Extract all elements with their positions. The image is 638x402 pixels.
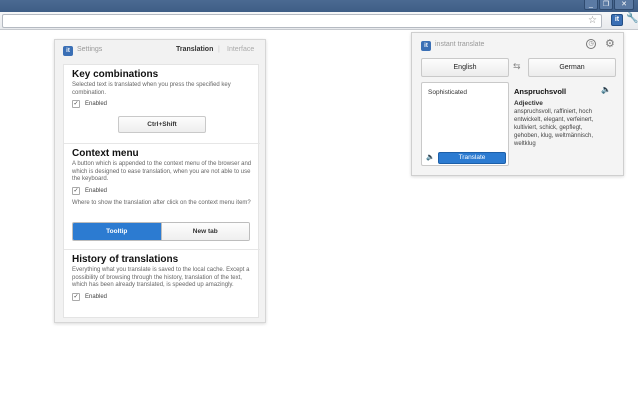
- settings-title: Settings: [77, 46, 103, 53]
- swap-languages-icon[interactable]: ⇆: [513, 61, 521, 72]
- context-menu-enabled-row: ✓ Enabled: [72, 186, 252, 195]
- context-menu-question: Where to show the translation after clic…: [72, 199, 251, 206]
- key-combinations-description: Selected text is translated when you pre…: [72, 82, 231, 96]
- minimize-button[interactable]: _: [584, 0, 598, 10]
- context-menu-section: Context menu A button which is appended …: [64, 144, 260, 207]
- history-enabled-row: ✓ Enabled: [72, 292, 252, 301]
- key-combinations-section: Key combinations Selected text is transl…: [64, 65, 260, 108]
- speaker-icon[interactable]: 🔈: [426, 153, 435, 161]
- history-enabled-checkbox[interactable]: ✓: [72, 292, 80, 301]
- history-heading: History of translations: [72, 254, 179, 265]
- address-bar[interactable]: ☆: [2, 14, 602, 28]
- result-part-of-speech: Adjective: [514, 100, 543, 107]
- history-description: Everything what you translate is saved t…: [72, 267, 250, 288]
- result-speaker-icon[interactable]: 🔈: [601, 85, 611, 94]
- key-combinations-enabled-label: Enabled: [85, 101, 108, 107]
- bookmark-star-icon[interactable]: ☆: [588, 15, 597, 27]
- app-logo-icon: it: [63, 46, 73, 56]
- new-tab-option-button[interactable]: New tab: [160, 223, 249, 240]
- result-synonyms: anspruchsvoll, raffiniert, hoch entwicke…: [514, 109, 594, 147]
- context-menu-heading: Context menu: [72, 148, 139, 159]
- app-logo-icon: it: [421, 41, 431, 51]
- context-menu-description: A button which is appended to the contex…: [72, 161, 252, 182]
- gear-icon[interactable]: ⚙: [605, 37, 615, 50]
- instant-translate-extension-icon[interactable]: it: [611, 14, 623, 26]
- translate-popup: it instant translate ◷ ⚙ English ⇆ Germa…: [411, 32, 624, 176]
- tab-interface[interactable]: Interface: [227, 46, 254, 53]
- tab-separator: |: [218, 46, 220, 53]
- source-text: Sophisticated: [428, 89, 468, 96]
- tab-translation[interactable]: Translation: [176, 46, 213, 53]
- history-clock-icon[interactable]: ◷: [586, 39, 596, 49]
- popup-title: instant translate: [435, 41, 485, 48]
- close-window-button[interactable]: ✕: [614, 0, 634, 10]
- history-enabled-label: Enabled: [85, 293, 108, 300]
- source-text-area[interactable]: Sophisticated 🔈 Translate: [421, 82, 509, 166]
- context-menu-enabled-checkbox[interactable]: ✓: [72, 186, 80, 195]
- settings-panel: it Settings Translation | Interface Key …: [54, 39, 266, 323]
- context-menu-display-toggle: Tooltip New tab: [72, 222, 250, 241]
- key-combinations-enabled-checkbox[interactable]: ✓: [72, 100, 80, 108]
- tooltip-option-button[interactable]: Tooltip: [73, 223, 161, 240]
- target-language-button[interactable]: German: [528, 58, 616, 77]
- hotkey-button[interactable]: Ctrl+Shift: [118, 116, 206, 133]
- context-menu-enabled-label: Enabled: [85, 187, 108, 194]
- result-word: Anspruchsvoll: [514, 87, 567, 96]
- wrench-menu-icon[interactable]: 🔧: [626, 13, 638, 24]
- settings-body: Key combinations Selected text is transl…: [63, 64, 260, 318]
- key-combinations-enabled-row: ✓ Enabled: [72, 100, 252, 108]
- history-section: History of translations Everything what …: [64, 250, 260, 301]
- translation-result: Anspruchsvoll Adjective anspruchsvoll, r…: [514, 82, 598, 166]
- browser-titlebar: _ ❐ ✕: [0, 0, 638, 12]
- window-controls: _ ❐ ✕: [584, 0, 634, 10]
- maximize-button[interactable]: ❐: [599, 0, 613, 10]
- translate-button[interactable]: Translate: [438, 152, 506, 164]
- key-combinations-heading: Key combinations: [72, 69, 159, 80]
- browser-toolbar: ☆: [0, 12, 638, 30]
- source-language-button[interactable]: English: [421, 58, 509, 77]
- settings-header: it Settings Translation | Interface: [55, 40, 265, 62]
